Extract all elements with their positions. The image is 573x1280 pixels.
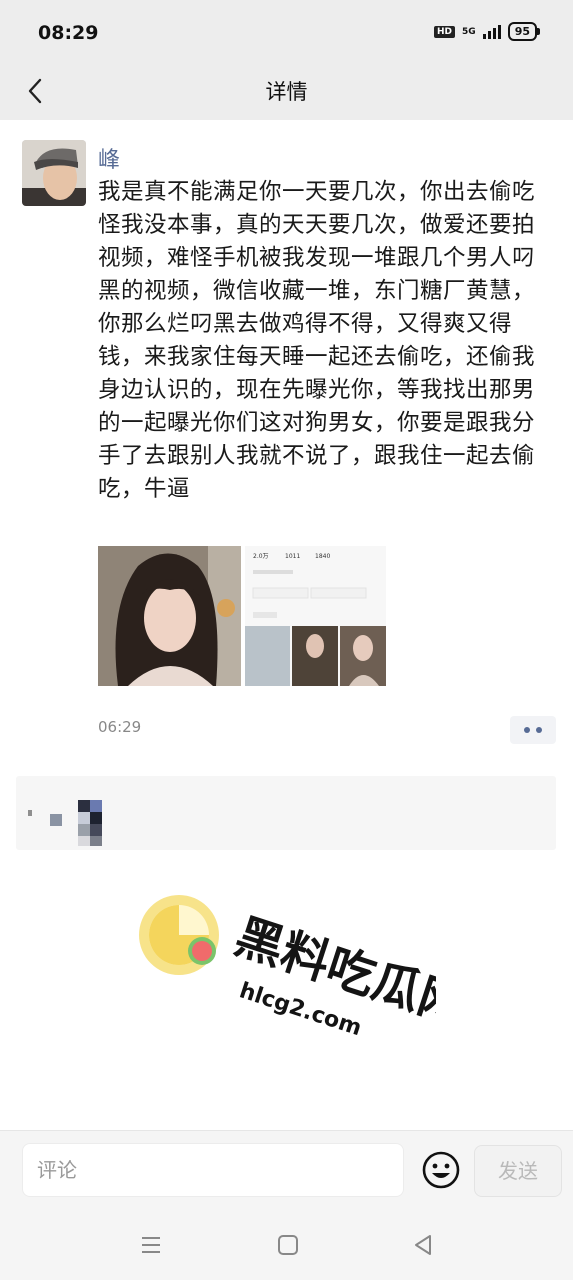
menu-icon[interactable]: [138, 1232, 164, 1258]
dot-icon: [536, 727, 542, 733]
battery-level: 95: [514, 25, 530, 38]
likes-section: [16, 776, 556, 850]
page-title: 详情: [265, 80, 308, 104]
pixelated-avatar-icon: [28, 800, 102, 846]
network-type: 5G: [462, 26, 476, 37]
smiley-icon[interactable]: [420, 1149, 462, 1191]
comment-input[interactable]: 评论: [22, 1143, 404, 1197]
screenshot-stat-1: 2.0万: [253, 553, 269, 560]
post-image-1[interactable]: [98, 546, 241, 686]
comment-bar: 评论 发送: [0, 1130, 573, 1213]
battery-icon: 95: [507, 22, 541, 41]
post-image-2[interactable]: 2.0万 1011 1840: [245, 546, 386, 686]
signal-icon: [482, 24, 501, 39]
status-icons: HD 5G 95: [434, 22, 541, 41]
screenshot-stat-3: 1840: [315, 553, 330, 560]
status-bar: 08:29 HD 5G 95: [0, 0, 573, 64]
screenshot-stat-2: 1011: [285, 553, 300, 560]
avatar[interactable]: [22, 140, 86, 206]
dot-icon: [524, 727, 530, 733]
navigation-bar: 详情: [0, 64, 573, 120]
home-square-icon[interactable]: [276, 1233, 300, 1257]
hd-badge: HD: [434, 25, 456, 38]
watermark-logo: 黑料吃瓜网 hlcg2.com: [136, 892, 474, 1082]
system-navigation-bar: [0, 1212, 573, 1280]
post-text: 我是真不能满足你一天要几次，你出去偷吃怪我没本事，真的天天要几次，做爱还要拍视频…: [98, 179, 536, 502]
post-author[interactable]: 峰: [98, 142, 120, 174]
send-button[interactable]: 发送: [474, 1145, 562, 1197]
post-timestamp: 06:29: [98, 718, 142, 736]
status-time: 08:29: [38, 22, 99, 44]
back-triangle-icon[interactable]: [410, 1232, 436, 1258]
more-actions-button[interactable]: [510, 716, 556, 744]
